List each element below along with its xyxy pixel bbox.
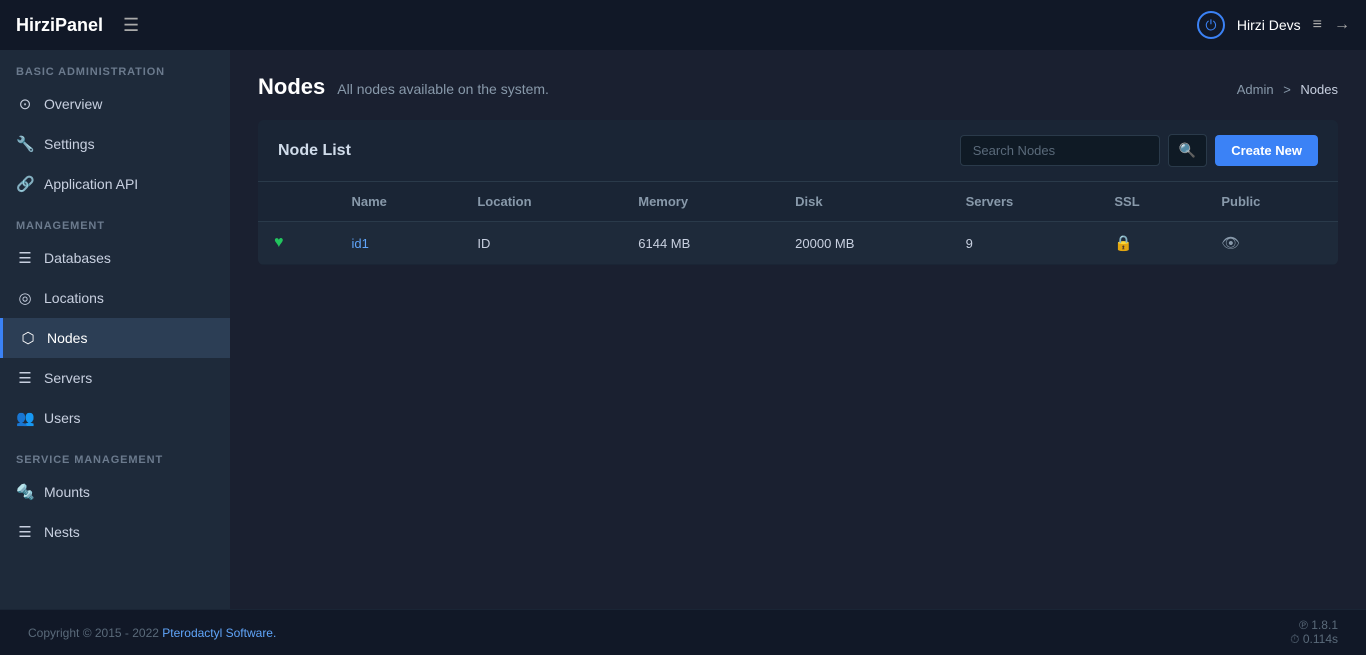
footer: Copyright © 2015 - 2022 Pterodactyl Soft… <box>0 609 1366 655</box>
sidebar-item-servers[interactable]: ☰ Servers <box>0 358 230 398</box>
locations-icon: ◎ <box>16 289 34 307</box>
sidebar-item-settings[interactable]: 🔧 Settings <box>0 124 230 164</box>
breadcrumb-current: Nodes <box>1300 82 1338 97</box>
mounts-icon: 🔩 <box>16 483 34 501</box>
nodes-icon: ⬡ <box>19 329 37 347</box>
col-name: Name <box>335 182 461 222</box>
node-memory-cell: 6144 MB <box>622 222 779 265</box>
node-location-cell: ID <box>461 222 622 265</box>
sidebar-section-label: BASIC ADMINISTRATION <box>0 50 230 84</box>
databases-icon: ☰ <box>16 249 34 267</box>
col-disk: Disk <box>779 182 949 222</box>
sidebar-item-application-api[interactable]: 🔗 Application API <box>0 164 230 204</box>
sidebar-label-servers: Servers <box>44 370 92 386</box>
node-public-cell: 👁 <box>1205 222 1338 265</box>
sidebar-item-nests[interactable]: ☰ Nests <box>0 512 230 552</box>
node-name-link[interactable]: id1 <box>351 236 368 251</box>
search-area: 🔍 Create New <box>960 134 1318 167</box>
time-text: ⏱ 0.114s <box>1290 632 1338 647</box>
sidebar-label-nodes: Nodes <box>47 330 87 346</box>
pterodactyl-link[interactable]: Pterodactyl Software. <box>162 626 276 640</box>
node-disk-cell: 20000 MB <box>779 222 949 265</box>
col-memory: Memory <box>622 182 779 222</box>
topbar-left: HirziPanel ☰ <box>16 15 139 36</box>
breadcrumb-admin: Admin <box>1237 82 1274 97</box>
sidebar-label-overview: Overview <box>44 96 102 112</box>
node-status-cell: ♥ <box>258 222 335 265</box>
sidebar-label-databases: Databases <box>44 250 111 266</box>
page-header: Nodes All nodes available on the system.… <box>258 74 1338 100</box>
sidebar-label-nests: Nests <box>44 524 80 540</box>
page-subtitle: All nodes available on the system. <box>337 81 549 97</box>
sidebar-label-settings: Settings <box>44 136 95 152</box>
users-icon: 👥 <box>16 409 34 427</box>
sidebar-item-nodes[interactable]: ⬡ Nodes <box>0 318 230 358</box>
nodes-table: Name Location Memory Disk Servers SSL Pu… <box>258 182 1338 265</box>
nests-icon: ☰ <box>16 523 34 541</box>
search-input[interactable] <box>960 135 1160 166</box>
sidebar: BASIC ADMINISTRATION ⊙ Overview 🔧 Settings 🔗 A… <box>0 50 230 609</box>
sidebar-label-locations: Locations <box>44 290 104 306</box>
breadcrumb-sep: > <box>1283 82 1291 97</box>
servers-icon: ☰ <box>16 369 34 387</box>
node-servers-cell: 9 <box>950 222 1099 265</box>
application-api-icon: 🔗 <box>16 175 34 193</box>
node-list-card: Node List 🔍 Create New Name Location Mem… <box>258 120 1338 265</box>
sidebar-item-overview[interactable]: ⊙ Overview <box>0 84 230 124</box>
app-logo: HirziPanel <box>16 15 103 36</box>
topbar-right: ⏻ Hirzi Devs ≡ → <box>1197 11 1350 39</box>
sidebar-label-mounts: Mounts <box>44 484 90 500</box>
col-status <box>258 182 335 222</box>
col-ssl: SSL <box>1098 182 1205 222</box>
card-title: Node List <box>278 142 351 160</box>
node-name-cell: id1 <box>335 222 461 265</box>
page-header-left: Nodes All nodes available on the system. <box>258 74 549 100</box>
table-body: ♥ id1 ID6144 MB20000 MB9 🔒 👁 <box>258 222 1338 265</box>
search-button[interactable]: 🔍 <box>1168 134 1207 167</box>
col-location: Location <box>461 182 622 222</box>
public-eye-icon: 👁 <box>1221 235 1240 252</box>
user-name: Hirzi Devs <box>1237 17 1301 33</box>
table-header: Name Location Memory Disk Servers SSL Pu… <box>258 182 1338 222</box>
footer-version: ℗ 1.8.1 ⏱ 0.114s <box>1290 618 1338 647</box>
layout: BASIC ADMINISTRATION ⊙ Overview 🔧 Settings 🔗 A… <box>0 50 1366 609</box>
overview-icon: ⊙ <box>16 95 34 113</box>
settings-icon: 🔧 <box>16 135 34 153</box>
sidebar-label-application-api: Application API <box>44 176 138 192</box>
sidebar-item-locations[interactable]: ◎ Locations <box>0 278 230 318</box>
list-icon[interactable]: ≡ <box>1313 16 1322 34</box>
table-row: ♥ id1 ID6144 MB20000 MB9 🔒 👁 <box>258 222 1338 265</box>
ssl-lock-icon: 🔒 <box>1114 235 1133 252</box>
page-title: Nodes <box>258 74 325 100</box>
col-servers: Servers <box>950 182 1099 222</box>
copyright-text: Copyright © 2015 - 2022 <box>28 626 162 640</box>
version-text: ℗ 1.8.1 <box>1290 618 1338 632</box>
power-icon[interactable]: ⏻ <box>1197 11 1225 39</box>
sidebar-section-label: MANAGEMENT <box>0 204 230 238</box>
logout-icon[interactable]: → <box>1334 16 1350 34</box>
footer-copyright: Copyright © 2015 - 2022 Pterodactyl Soft… <box>28 626 276 640</box>
card-header: Node List 🔍 Create New <box>258 120 1338 182</box>
sidebar-section-label: SERVICE MANAGEMENT <box>0 438 230 472</box>
breadcrumb: Admin > Nodes <box>1237 82 1338 97</box>
main-content: Nodes All nodes available on the system.… <box>230 50 1366 609</box>
sidebar-label-users: Users <box>44 410 81 426</box>
hamburger-icon[interactable]: ☰ <box>123 15 139 36</box>
col-public: Public <box>1205 182 1338 222</box>
sidebar-item-users[interactable]: 👥 Users <box>0 398 230 438</box>
node-ssl-cell: 🔒 <box>1098 222 1205 265</box>
topbar: HirziPanel ☰ ⏻ Hirzi Devs ≡ → <box>0 0 1366 50</box>
node-status-icon: ♥ <box>274 234 284 251</box>
sidebar-item-databases[interactable]: ☰ Databases <box>0 238 230 278</box>
sidebar-item-mounts[interactable]: 🔩 Mounts <box>0 472 230 512</box>
create-new-button[interactable]: Create New <box>1215 135 1318 166</box>
